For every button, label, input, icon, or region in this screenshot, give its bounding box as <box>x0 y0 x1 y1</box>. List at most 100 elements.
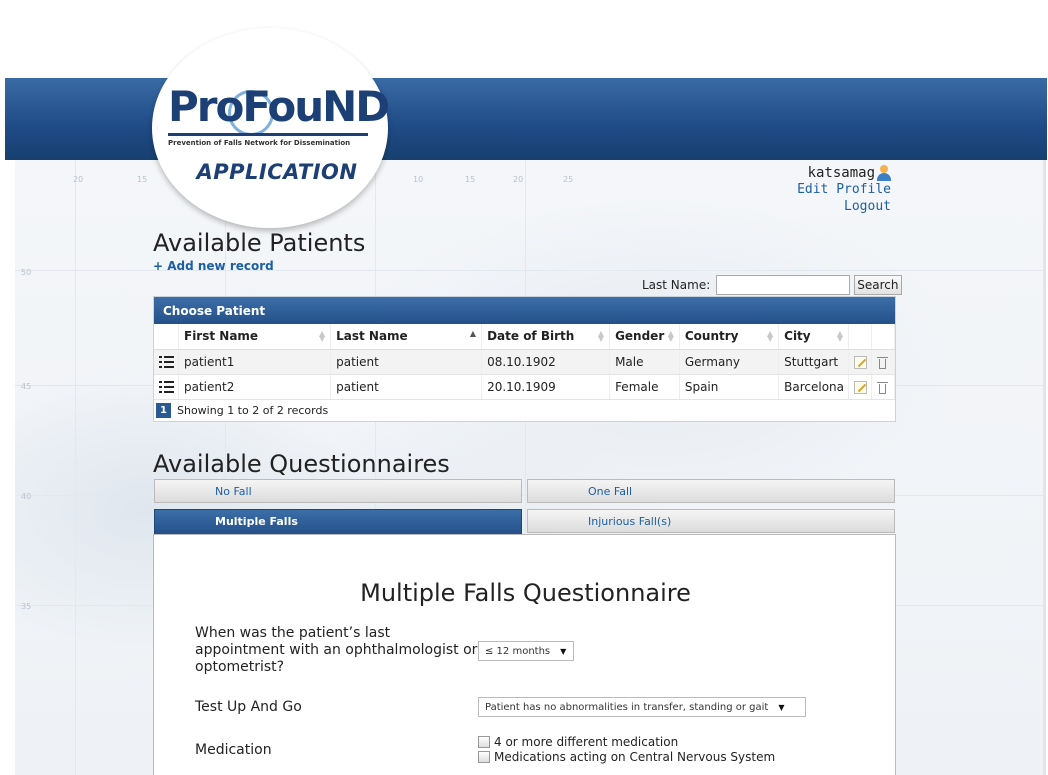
questionnaires-title: Available Questionnaires <box>153 450 450 478</box>
map-scale-label: 10 <box>413 175 424 184</box>
map-scale-label: 35 <box>21 602 32 611</box>
patients-table: Choose Patient First Name ▲ ▼ Last Name ▲ D… <box>153 296 896 422</box>
medication-option-4-or-more[interactable]: 4 or more different medication <box>478 735 678 749</box>
cell-country: Germany <box>679 349 780 375</box>
questionnaire-title: Multiple Falls Questionnaire <box>360 579 691 607</box>
tug-select[interactable]: Patient has no abnormalities in transfer… <box>478 697 806 717</box>
column-header-date-of-birth[interactable]: Date of Birth ▲ ▼ <box>481 324 611 350</box>
map-scale-label: 50 <box>21 268 32 277</box>
tab-no-fall[interactable]: No Fall <box>154 479 522 503</box>
column-label: Country <box>684 329 739 344</box>
sort-icon: ▲ ▼ <box>836 329 844 343</box>
user-name-row: katsamag <box>808 165 891 181</box>
question-medication-label: Medication <box>195 742 272 758</box>
list-icon[interactable] <box>159 381 174 393</box>
column-header-country[interactable]: Country ▲ ▼ <box>679 324 780 350</box>
eye-exam-select[interactable]: ≤ 12 months ▼ <box>478 641 574 661</box>
edit-icon[interactable] <box>854 355 868 369</box>
column-label: Last Name <box>336 329 408 344</box>
column-label: Gender <box>615 329 665 344</box>
search-button[interactable]: Search <box>854 275 902 295</box>
add-record-link[interactable]: + Add new record <box>153 259 274 273</box>
edit-cell[interactable] <box>848 374 873 400</box>
eye-exam-select-value: ≤ 12 months <box>485 645 551 657</box>
header-spacer <box>871 324 895 350</box>
logo-tagline: Prevention of Falls Network for Dissemin… <box>168 139 351 147</box>
checkbox-label: Medications acting on Central Nervous Sy… <box>494 750 776 764</box>
username: katsamag <box>807 165 875 181</box>
cell-last-name: patient <box>330 349 483 375</box>
table-footer: 1 Showing 1 to 2 of 2 records <box>154 400 895 421</box>
table-title: Choose Patient <box>154 297 895 324</box>
cell-date-of-birth: 08.10.1902 <box>481 349 611 375</box>
sort-icon: ▲ ▼ <box>667 329 674 343</box>
search-row: Last Name: Search <box>642 275 902 295</box>
map-scale-label: 15 <box>465 175 476 184</box>
column-header-last-name[interactable]: Last Name ▲ <box>330 324 483 350</box>
map-scale-label: 40 <box>21 492 32 501</box>
questionnaire-panel: Multiple Falls Questionnaire When was th… <box>153 534 896 775</box>
cell-country: Spain <box>679 374 780 400</box>
medication-option-cns[interactable]: Medications acting on Central Nervous Sy… <box>478 750 775 764</box>
map-scale-label: 15 <box>137 175 148 184</box>
tug-select-value: Patient has no abnormalities in transfer… <box>485 701 769 713</box>
user-icon <box>877 165 891 181</box>
table-header-row: First Name ▲ ▼ Last Name ▲ Date of Birth ▲ ▼ … <box>154 324 895 350</box>
map-scale-label: 45 <box>21 382 32 391</box>
tab-injurious-falls[interactable]: Injurious Fall(s) <box>527 509 895 533</box>
last-name-search-input[interactable] <box>716 275 851 295</box>
details-cell[interactable] <box>154 349 179 375</box>
page-edge <box>1043 160 1046 775</box>
trash-icon[interactable] <box>877 381 889 394</box>
cell-city: Barcelona <box>778 374 850 400</box>
question-eye-exam-label: When was the patient’s last appointment … <box>195 625 478 675</box>
logo-app-label: APPLICATION <box>196 160 358 184</box>
column-label: First Name <box>184 329 259 344</box>
delete-cell[interactable] <box>871 349 895 375</box>
tab-multiple-falls[interactable]: Multiple Falls <box>154 509 522 535</box>
column-header-gender[interactable]: Gender ▲ ▼ <box>609 324 680 350</box>
search-label: Last Name: <box>642 278 711 292</box>
edit-icon[interactable] <box>854 380 868 394</box>
checkbox-label: 4 or more different medication <box>494 735 679 749</box>
trash-icon[interactable] <box>877 356 889 369</box>
column-header-city[interactable]: City ▲ ▼ <box>778 324 850 350</box>
table-row[interactable]: patient2 patient 20.10.1909 Female Spain… <box>154 374 895 400</box>
header-spacer <box>848 324 873 350</box>
checkbox[interactable] <box>478 751 490 763</box>
cell-last-name: patient <box>330 374 483 400</box>
details-cell[interactable] <box>154 374 179 400</box>
column-label: Date of Birth <box>487 329 575 344</box>
edit-cell[interactable] <box>848 349 873 375</box>
map-scale-label: 20 <box>73 175 84 184</box>
page-button[interactable]: 1 <box>156 402 171 418</box>
map-scale-label: 20 <box>513 175 524 184</box>
cell-first-name: patient2 <box>178 374 332 400</box>
cell-first-name: patient1 <box>178 349 332 375</box>
checkbox[interactable] <box>478 736 490 748</box>
edit-profile-link[interactable]: Edit Profile <box>797 181 891 198</box>
column-header-first-name[interactable]: First Name ▲ ▼ <box>178 324 332 350</box>
list-icon[interactable] <box>159 356 174 368</box>
question-tug-label: Test Up And Go <box>195 699 302 715</box>
sort-icon: ▲ ▼ <box>597 329 605 343</box>
logo-brand: ProFouND <box>168 82 390 131</box>
chevron-down-icon: ▼ <box>560 646 567 656</box>
sort-icon: ▲ ▼ <box>318 329 326 343</box>
map-scale-label: 25 <box>563 175 574 184</box>
header-spacer <box>154 324 179 350</box>
sort-icon: ▲ ▼ <box>766 329 774 343</box>
user-box: katsamag Edit Profile Logout <box>797 162 891 215</box>
cell-gender: Male <box>609 349 680 375</box>
logout-link[interactable]: Logout <box>797 198 891 215</box>
cell-gender: Female <box>609 374 680 400</box>
patients-title: Available Patients <box>153 229 366 257</box>
logo-underline <box>168 133 368 136</box>
column-label: City <box>784 329 811 344</box>
cell-date-of-birth: 20.10.1909 <box>481 374 611 400</box>
table-row[interactable]: patient1 patient 08.10.1902 Male Germany… <box>154 349 895 375</box>
delete-cell[interactable] <box>871 374 895 400</box>
records-info: Showing 1 to 2 of 2 records <box>177 403 329 417</box>
tab-one-fall[interactable]: One Fall <box>527 479 895 503</box>
chevron-down-icon: ▼ <box>778 702 785 712</box>
